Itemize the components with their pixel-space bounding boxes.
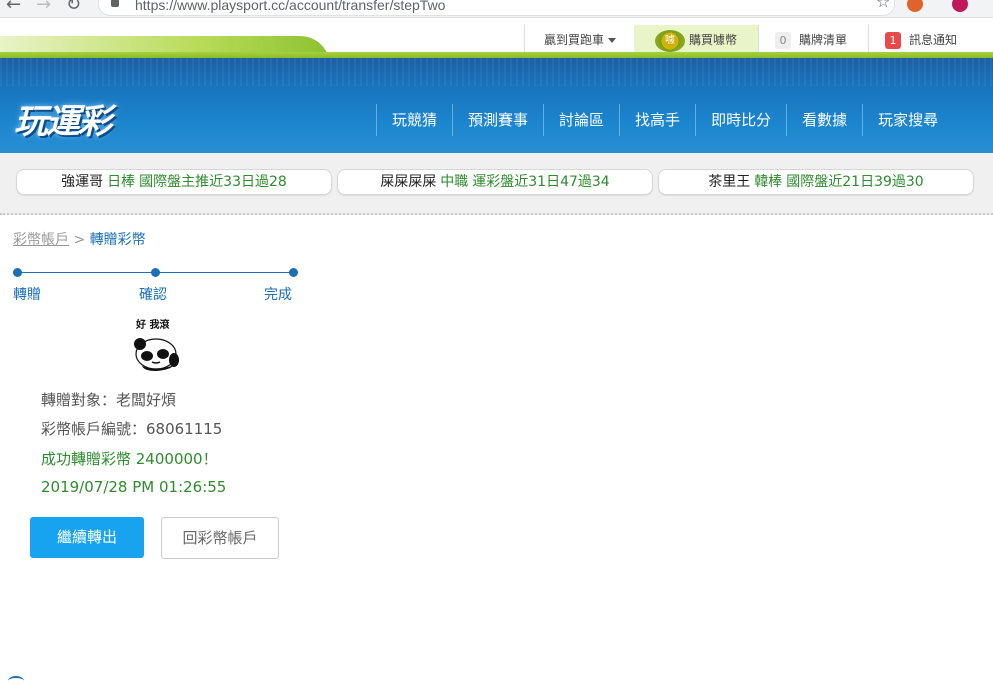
success-message: 成功轉贈彩幣 2400000！ (41, 450, 218, 468)
sticker-caption: 好 我滾 (136, 320, 170, 331)
ticker-player: 茶里王 (708, 174, 751, 190)
url-text: https://www.playsport.cc/account/transfe… (135, 0, 446, 13)
main-nav: 玩競猜 預測賽事 討論區 找高手 即時比分 看數據 玩家搜尋 (376, 104, 953, 136)
purchase-list-label: 購牌清單 (799, 33, 848, 47)
recipient-avatar: 好 我滾 (130, 316, 184, 376)
profile-avatar[interactable] (952, 0, 968, 12)
back-icon[interactable]: ← (6, 0, 21, 15)
step-dot (13, 268, 22, 277)
nav-item-player-search[interactable]: 玩家搜尋 (862, 104, 953, 136)
extension-icon[interactable] (907, 0, 923, 12)
browser-toolbar: ← → ↻ https://www.playsport.cc/account/t… (0, 0, 993, 18)
breadcrumb-coin-account[interactable]: 彩幣帳戶 (13, 232, 69, 248)
purchase-count-badge: 0 (775, 32, 791, 49)
forward-icon[interactable]: → (36, 0, 51, 15)
chevron-down-icon (608, 38, 616, 43)
ticker-item[interactable]: 屎屎屎屎 中職 運彩盤近31日47過34 (337, 169, 653, 195)
nav-item-forum[interactable]: 討論區 (543, 104, 619, 136)
breadcrumb-current: 轉贈彩幣 (89, 232, 146, 248)
ticker-item[interactable]: 茶里王 韓棒 國際盤近21日39過30 (658, 169, 974, 195)
buy-coins-label: 購買噱幣 (688, 33, 737, 47)
scroll-indicator (8, 676, 24, 686)
star-icon[interactable]: ☆ (876, 0, 892, 11)
back-to-account-button[interactable]: 回彩幣帳戶 (161, 517, 279, 559)
breadcrumb-separator: > (73, 232, 86, 248)
ticker-sport: 韓棒 (754, 174, 783, 190)
notifications-link[interactable]: 1 訊息通知 (868, 25, 993, 53)
cart-label: 贏到買跑車 (543, 33, 604, 47)
buy-coins-button[interactable]: 噱購買噱幣 (634, 25, 758, 53)
nav-item-live-score[interactable]: 即時比分 (695, 104, 786, 136)
continue-transfer-button[interactable]: 繼續轉出 (30, 517, 144, 558)
step-indicator: 轉贈 確認 完成 (13, 264, 298, 304)
nav-item-predict[interactable]: 預測賽事 (452, 104, 543, 136)
ticker-record: 運彩盤近31日47過34 (472, 174, 610, 190)
site-logo[interactable]: 玩運彩 (14, 94, 112, 143)
site-header: 玩運彩 玩競猜 預測賽事 討論區 找高手 即時比分 看數據 玩家搜尋 (0, 58, 993, 153)
notifications-label: 訊息通知 (909, 33, 958, 47)
notification-count-badge: 1 (885, 32, 901, 49)
step-label-complete: 完成 (264, 287, 292, 303)
lock-icon (111, 0, 119, 7)
reload-icon[interactable]: ↻ (66, 0, 81, 15)
cart-dropdown[interactable]: 贏到買跑車 (524, 25, 635, 53)
header-texture (0, 58, 993, 86)
transfer-timestamp: 2019/07/28 PM 01:26:55 (41, 478, 227, 496)
coin-icon: 噱 (654, 29, 685, 52)
step-label-confirm: 確認 (139, 287, 167, 303)
ticker-sport: 日棒 (107, 174, 136, 190)
account-number: 彩幣帳戶編號：68061115 (41, 420, 223, 438)
purchase-list-link[interactable]: 0 購牌清單 (758, 25, 869, 53)
expert-ticker: 強運哥 日棒 國際盤主推近33日過28 屎屎屎屎 中職 運彩盤近31日47過34 茶里王… (0, 153, 993, 215)
ticker-sport: 中職 (440, 174, 469, 190)
transfer-target: 轉贈對象：老闆好煩 (41, 391, 177, 409)
ticker-player: 屎屎屎屎 (380, 174, 437, 190)
ticker-record: 國際盤主推近33日過28 (139, 174, 287, 190)
nav-item-guess[interactable]: 玩競猜 (376, 104, 452, 136)
ticker-player: 強運哥 (61, 174, 104, 190)
step-label-transfer: 轉贈 (13, 287, 41, 303)
step-dot (151, 268, 160, 277)
nav-item-data[interactable]: 看數據 (786, 104, 862, 136)
nav-item-experts[interactable]: 找高手 (619, 104, 695, 136)
breadcrumb: 彩幣帳戶 > 轉贈彩幣 (13, 229, 146, 249)
ticker-record: 國際盤近21日39過30 (786, 174, 924, 190)
ticker-item[interactable]: 強運哥 日棒 國際盤主推近33日過28 (16, 169, 332, 195)
step-dot (289, 268, 298, 277)
address-bar[interactable]: https://www.playsport.cc/account/transfe… (98, 0, 895, 16)
